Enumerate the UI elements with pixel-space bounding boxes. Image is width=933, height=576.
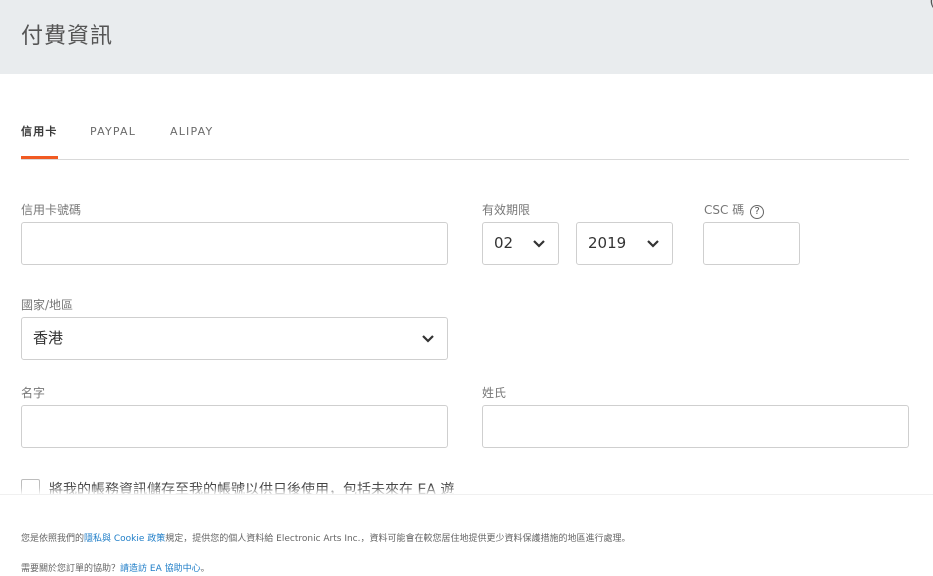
tab-paypal[interactable]: PAYPAL — [90, 124, 136, 159]
payment-tabs: 信用卡 PAYPAL ALIPAY — [21, 124, 909, 160]
privacy-prefix: 您是依照我們的 — [21, 534, 85, 544]
page-title: 付費資訊 — [21, 24, 114, 49]
card-number-label: 信用卡號碼 — [21, 203, 82, 217]
expiry-label: 有效期限 — [482, 203, 531, 217]
country-select[interactable]: 香港 — [21, 317, 448, 360]
expiry-month-select[interactable]: 02 — [482, 222, 559, 265]
chevron-down-icon — [647, 240, 659, 248]
help-notice: 需要關於您訂單的協助？請造訪 EA 協助中心。 — [21, 561, 210, 574]
privacy-notice: 您是依照我們的隱私與 Cookie 政策規定，提供您的個人資料給 Electro… — [21, 531, 631, 544]
last-name-label: 姓氏 — [482, 386, 507, 400]
first-name-label: 名字 — [21, 386, 46, 400]
help-center-link[interactable]: 請造訪 EA 協助中心 — [120, 564, 201, 574]
tab-credit-card[interactable]: 信用卡 — [21, 124, 58, 159]
privacy-suffix: 規定，提供您的個人資料給 Electronic Arts Inc.，資料可能會在… — [165, 534, 631, 544]
country-value: 香港 — [33, 329, 64, 347]
csc-label-row: CSC 碼? — [704, 201, 765, 219]
csc-label: CSC 碼 — [704, 203, 745, 217]
last-name-input[interactable] — [482, 405, 909, 448]
tab-alipay[interactable]: ALIPAY — [170, 124, 213, 159]
expiry-year-value: 2019 — [588, 234, 627, 252]
expiry-month-value: 02 — [494, 234, 514, 252]
help-prefix: 需要關於您訂單的協助？ — [21, 564, 121, 574]
close-icon[interactable]: ( — [930, 0, 933, 10]
privacy-policy-link[interactable]: 隱私與 Cookie 政策 — [84, 534, 165, 544]
expiry-year-select[interactable]: 2019 — [576, 222, 673, 265]
dialog-header: 付費資訊 — [0, 0, 933, 74]
help-icon[interactable]: ? — [750, 205, 765, 219]
country-label: 國家/地區 — [21, 298, 74, 312]
card-number-input[interactable] — [21, 222, 448, 265]
chevron-down-icon — [533, 240, 545, 248]
first-name-input[interactable] — [21, 405, 448, 448]
chevron-down-icon — [422, 335, 434, 343]
help-suffix: 。 — [200, 564, 210, 574]
footer-divider — [0, 494, 933, 495]
csc-input[interactable] — [703, 222, 800, 265]
